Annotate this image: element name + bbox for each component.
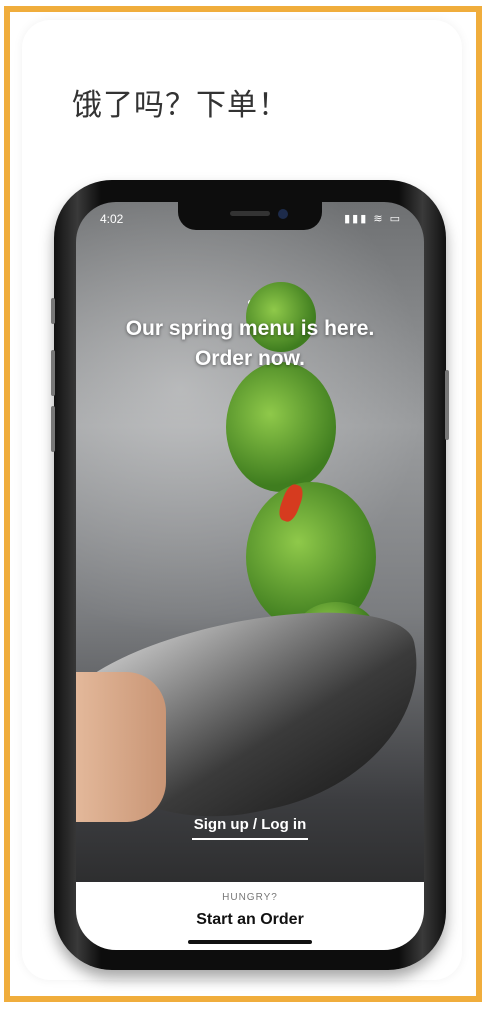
- power-button: [445, 370, 449, 440]
- volume-down-button: [51, 406, 55, 452]
- signup-login-link[interactable]: Sign up / Log in: [76, 816, 424, 833]
- volume-up-button: [51, 350, 55, 396]
- app-screen: 4:02 ▮▮▮ ≋ ▭ Our spring menu is here. Or…: [76, 202, 424, 950]
- hand-image: [76, 672, 166, 822]
- start-order-button[interactable]: Start an Order: [136, 908, 364, 932]
- camera-icon: [278, 209, 288, 219]
- greens-image: [226, 362, 336, 492]
- hero-headline: Our spring menu is here. Order now.: [76, 314, 424, 374]
- bottom-sheet: HUNGRY? Start an Order: [76, 882, 424, 950]
- speaker: [230, 211, 270, 216]
- hero-line-2: Order now.: [194, 347, 306, 370]
- status-icons: ▮▮▮ ≋ ▭: [344, 213, 402, 225]
- status-time: 4:02: [100, 212, 124, 226]
- signup-login-underline: [192, 838, 308, 840]
- home-indicator: [188, 940, 312, 944]
- hero-line-1: Our spring menu is here.: [125, 317, 375, 340]
- mute-switch: [51, 298, 55, 324]
- phone-mockup: 4:02 ▮▮▮ ≋ ▭ Our spring menu is here. Or…: [51, 180, 449, 970]
- hungry-eyebrow: HUNGRY?: [222, 892, 278, 903]
- notch: [178, 202, 322, 230]
- page-title: 饿了吗？下单！: [72, 88, 289, 123]
